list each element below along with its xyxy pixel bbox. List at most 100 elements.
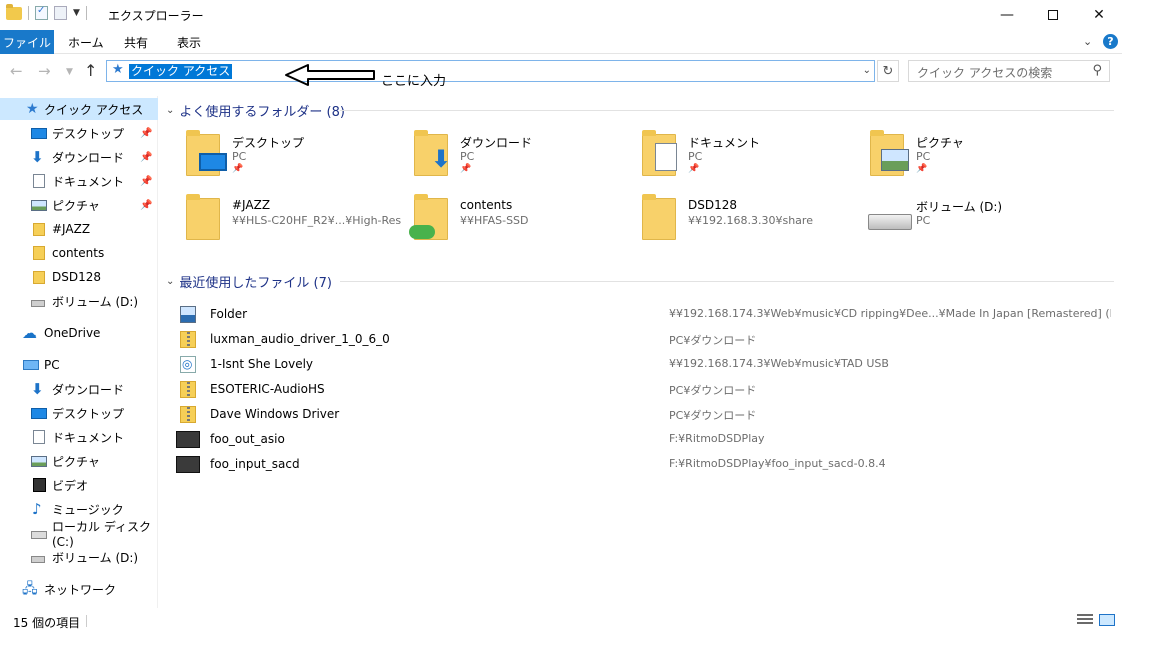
folder-tile-desktop[interactable]: デスクトップ PC 📌 bbox=[182, 130, 407, 186]
refresh-button[interactable]: ↻ bbox=[877, 60, 899, 82]
search-input[interactable]: クイック アクセスの検索 bbox=[917, 64, 1052, 81]
list-item[interactable]: luxman_audio_driver_1_0_6_0 PC¥ダウンロード bbox=[176, 327, 1116, 352]
forward-arrow-icon[interactable]: → bbox=[38, 62, 51, 80]
chevron-down-icon: ⌄ bbox=[166, 276, 175, 287]
tab-home[interactable]: ホーム bbox=[68, 30, 104, 54]
sidebar-item-quick-access[interactable]: ★ クイック アクセス bbox=[0, 98, 158, 120]
document-icon bbox=[33, 174, 45, 188]
back-arrow-icon[interactable]: ← bbox=[10, 62, 23, 80]
tile-location: PC bbox=[460, 150, 475, 163]
large-icons-view-icon[interactable] bbox=[1099, 614, 1115, 626]
search-box[interactable]: クイック アクセスの検索 ⚲ bbox=[908, 60, 1110, 82]
sidebar-item-contents[interactable]: contents bbox=[0, 242, 158, 264]
zip-file-icon bbox=[180, 331, 196, 348]
frequent-folders-header[interactable]: ⌄ よく使用するフォルダー (8) bbox=[166, 101, 345, 120]
folder-tile-pictures[interactable]: ピクチャ PC 📌 bbox=[866, 130, 1091, 186]
tab-view[interactable]: 表示 bbox=[177, 30, 201, 54]
address-input[interactable]: クイック アクセス bbox=[129, 64, 233, 79]
sidebar-item-jazz[interactable]: #JAZZ bbox=[0, 218, 158, 240]
file-name: foo_input_sacd bbox=[210, 457, 300, 471]
recent-locations-icon[interactable]: ▼ bbox=[66, 67, 73, 77]
folder-tile-dsd128[interactable]: DSD128 ¥¥192.168.3.30¥share bbox=[638, 194, 863, 250]
sidebar-item-label: ローカル ディスク (C:) bbox=[52, 519, 151, 549]
folder-icon bbox=[642, 130, 677, 176]
sidebar-item-pc-pictures[interactable]: ピクチャ bbox=[0, 450, 158, 472]
pin-icon: 📌 bbox=[916, 164, 928, 174]
recent-files-header[interactable]: ⌄ 最近使用したファイル (7) bbox=[166, 272, 332, 291]
sidebar-item-label: contents bbox=[52, 246, 105, 260]
sidebar-item-local-disk-c[interactable]: ローカル ディスク (C:) bbox=[0, 520, 158, 549]
sidebar-item-network[interactable]: 🖧 ネットワーク bbox=[0, 578, 158, 600]
folder-tile-downloads[interactable]: ⬇ ダウンロード PC 📌 bbox=[410, 130, 635, 186]
pin-icon: 📌 bbox=[232, 164, 244, 174]
network-folder-icon bbox=[409, 194, 448, 240]
sidebar-item-onedrive[interactable]: ☁ OneDrive bbox=[0, 322, 158, 344]
sidebar-item-desktop[interactable]: デスクトップ 📌 bbox=[0, 122, 158, 144]
list-item[interactable]: foo_input_sacd F:¥RitmoDSDPlay¥foo_input… bbox=[176, 452, 1116, 477]
drive-icon bbox=[868, 214, 912, 230]
details-view-icon[interactable] bbox=[1077, 614, 1093, 626]
sidebar-item-label: デスクトップ bbox=[52, 126, 125, 141]
download-icon: ⬇ bbox=[31, 148, 44, 166]
list-item[interactable]: Folder ¥¥192.168.174.3¥Web¥music¥CD ripp… bbox=[176, 302, 1116, 327]
folder-tile-documents[interactable]: ドキュメント PC 📌 bbox=[638, 130, 863, 186]
list-item[interactable]: ESOTERIC-AudioHS PC¥ダウンロード bbox=[176, 377, 1116, 402]
application-icon bbox=[176, 456, 200, 473]
sidebar-item-label: ドキュメント bbox=[52, 174, 125, 189]
expand-ribbon-icon[interactable]: ⌄ bbox=[1083, 35, 1092, 48]
cloud-icon: ☁ bbox=[22, 324, 37, 342]
document-icon bbox=[33, 430, 45, 444]
status-bar: 15 個の項目 bbox=[0, 610, 1122, 632]
sidebar-item-dsd128[interactable]: DSD128 bbox=[0, 266, 158, 288]
download-icon: ⬇ bbox=[431, 145, 452, 173]
chevron-down-icon[interactable]: ▼ bbox=[73, 8, 80, 18]
toolbar-separator bbox=[85, 6, 87, 20]
sidebar-item-pc-documents[interactable]: ドキュメント bbox=[0, 426, 158, 448]
sidebar-item-pc-desktop[interactable]: デスクトップ bbox=[0, 402, 158, 424]
sidebar-item-volume-d[interactable]: ボリューム (D:) bbox=[0, 290, 158, 312]
sidebar-item-pc[interactable]: PC bbox=[0, 354, 158, 376]
title-bar: ▼ エクスプローラー — ✕ bbox=[0, 0, 1122, 30]
sidebar-item-pc-volume-d[interactable]: ボリューム (D:) bbox=[0, 546, 158, 568]
up-arrow-icon[interactable]: ↑ bbox=[84, 61, 97, 80]
list-item[interactable]: Dave Windows Driver PC¥ダウンロード bbox=[176, 402, 1116, 427]
list-item[interactable]: 1-Isnt She Lovely ¥¥192.168.174.3¥Web¥mu… bbox=[176, 352, 1116, 377]
item-count: 15 個の項目 bbox=[13, 616, 81, 630]
properties-icon[interactable] bbox=[35, 5, 48, 20]
sidebar-item-pc-videos[interactable]: ビデオ bbox=[0, 474, 158, 496]
chevron-down-icon[interactable]: ⌄ bbox=[863, 65, 871, 76]
sidebar-item-label: ピクチャ bbox=[52, 198, 100, 213]
close-button[interactable]: ✕ bbox=[1076, 0, 1122, 30]
tile-name: ピクチャ bbox=[916, 136, 964, 150]
file-name: Folder bbox=[210, 307, 248, 321]
tab-file[interactable]: ファイル bbox=[0, 30, 54, 54]
tile-name: ボリューム (D:) bbox=[916, 200, 1003, 214]
folder-icon bbox=[870, 130, 909, 176]
window-title: エクスプローラー bbox=[108, 9, 204, 23]
drive-icon bbox=[31, 300, 45, 307]
new-folder-icon[interactable] bbox=[54, 6, 67, 20]
sidebar-item-downloads[interactable]: ⬇ ダウンロード 📌 bbox=[0, 146, 158, 168]
sidebar-item-label: ボリューム (D:) bbox=[52, 294, 139, 309]
tile-name: #JAZZ bbox=[232, 198, 271, 212]
folder-tile-contents[interactable]: contents ¥¥HFAS-SSD bbox=[409, 194, 635, 250]
minimize-button[interactable]: — bbox=[984, 0, 1030, 30]
folder-tile-jazz[interactable]: #JAZZ ¥¥HLS-C20HF_R2¥...¥High-Res bbox=[182, 194, 407, 250]
tile-name: ドキュメント bbox=[688, 136, 761, 150]
tab-share[interactable]: 共有 bbox=[124, 30, 148, 54]
folder-tile-volume-d[interactable]: ボリューム (D:) PC bbox=[866, 194, 1091, 250]
sidebar-item-pictures[interactable]: ピクチャ 📌 bbox=[0, 194, 158, 216]
file-name: ESOTERIC-AudioHS bbox=[210, 382, 325, 396]
annotation-label: ここに入力 bbox=[381, 74, 447, 89]
help-icon[interactable]: ? bbox=[1103, 34, 1118, 49]
sidebar-item-label: #JAZZ bbox=[52, 222, 91, 236]
star-icon: ★ bbox=[26, 101, 39, 117]
list-item[interactable]: foo_out_asio F:¥RitmoDSDPlay bbox=[176, 427, 1116, 452]
sidebar-item-label: DSD128 bbox=[52, 270, 102, 284]
sidebar-item-documents[interactable]: ドキュメント 📌 bbox=[0, 170, 158, 192]
address-bar[interactable]: ★ クイック アクセス ⌄ bbox=[106, 60, 875, 82]
sidebar-item-pc-downloads[interactable]: ⬇ ダウンロード bbox=[0, 378, 158, 400]
document-icon bbox=[655, 143, 677, 171]
music-icon: ♪ bbox=[32, 500, 42, 518]
maximize-button[interactable] bbox=[1030, 0, 1076, 30]
